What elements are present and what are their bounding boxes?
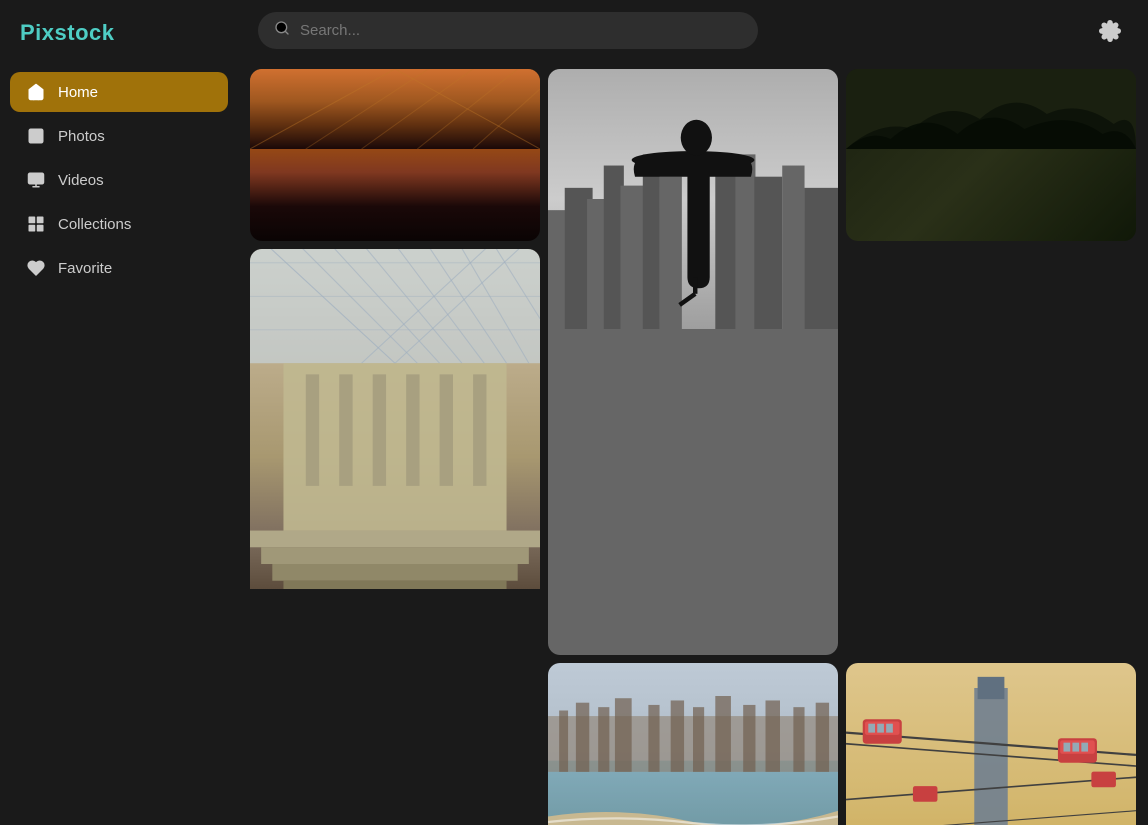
sidebar-item-photos-label: Photos	[58, 128, 105, 145]
sidebar-item-photos[interactable]: Photos	[10, 116, 228, 156]
sidebar-item-home[interactable]: Home	[10, 72, 228, 112]
photo-item[interactable]	[846, 69, 1136, 241]
photos-icon	[26, 126, 46, 146]
sidebar-item-favorite[interactable]: Favorite	[10, 248, 228, 288]
photo-item[interactable]	[548, 663, 838, 825]
sidebar-item-videos-label: Videos	[58, 172, 104, 189]
sidebar-item-collections-label: Collections	[58, 216, 131, 233]
search-icon	[274, 20, 290, 41]
sidebar-item-favorite-label: Favorite	[58, 260, 112, 277]
photo-item[interactable]	[250, 69, 540, 241]
sidebar: Pixstock Home Photos	[0, 0, 238, 825]
photo-item[interactable]	[548, 69, 838, 655]
header	[238, 0, 1148, 61]
sidebar-item-collections[interactable]: Collections	[10, 204, 228, 244]
settings-button[interactable]	[1092, 13, 1128, 49]
search-container	[258, 12, 758, 49]
videos-icon	[26, 170, 46, 190]
favorite-icon	[26, 258, 46, 278]
home-icon	[26, 82, 46, 102]
app-logo: Pixstock	[0, 16, 238, 70]
collections-icon	[26, 214, 46, 234]
search-input[interactable]	[300, 22, 742, 39]
photo-item[interactable]	[250, 249, 540, 825]
photo-item[interactable]	[846, 663, 1136, 825]
gallery	[238, 61, 1148, 825]
photo-grid	[250, 69, 1136, 825]
sidebar-item-videos[interactable]: Videos	[10, 160, 228, 200]
main-content	[238, 0, 1148, 825]
sidebar-item-home-label: Home	[58, 84, 98, 101]
